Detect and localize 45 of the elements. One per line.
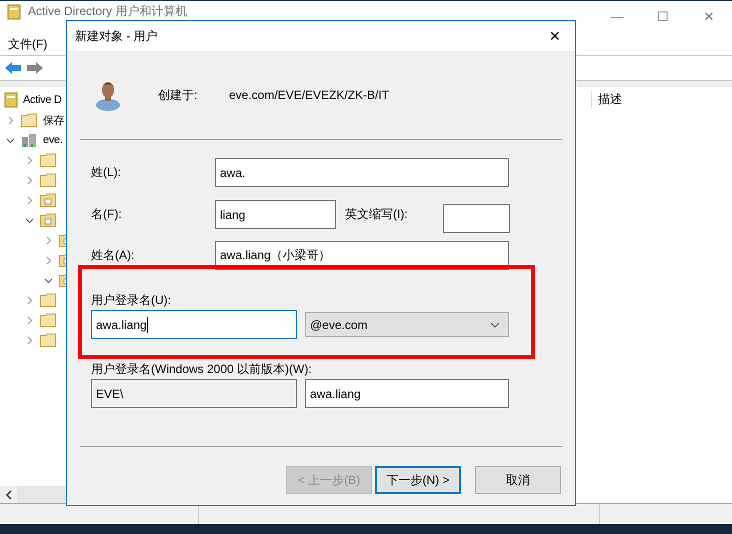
close-button[interactable]: ✕	[535, 21, 575, 51]
tree-item[interactable]: 保存	[43, 112, 64, 128]
domain-dropdown[interactable]: @eve.com	[305, 312, 509, 337]
expand-chevron-icon[interactable]	[25, 316, 34, 324]
buildings-icon	[21, 132, 37, 148]
tree-item[interactable]: eve.	[43, 134, 63, 146]
column-header[interactable]: 描述	[591, 90, 622, 108]
expand-chevron-icon[interactable]	[6, 116, 15, 124]
book-icon	[3, 92, 19, 108]
minimize-button[interactable]: —	[594, 1, 640, 31]
maximize-button[interactable]: ☐	[640, 1, 686, 31]
expand-chevron-icon[interactable]	[25, 336, 34, 344]
collapse-chevron-icon[interactable]	[25, 216, 34, 224]
field-label: 姓(L):	[91, 164, 122, 181]
last-name-field[interactable]: awa.	[215, 158, 509, 187]
expand-chevron-icon[interactable]	[25, 296, 34, 304]
collapse-chevron-icon[interactable]	[44, 276, 53, 284]
dialog-title: 新建对象 - 用户	[75, 28, 158, 44]
expand-chevron-icon[interactable]	[44, 236, 53, 244]
field-label: 名(F):	[91, 206, 123, 223]
tree-item[interactable]: Active D	[23, 94, 62, 106]
expand-chevron-icon[interactable]	[25, 196, 34, 204]
back-arrow-icon[interactable]	[4, 61, 22, 75]
cancel-button[interactable]: 取消	[475, 466, 561, 494]
field-label: 创建于:	[158, 86, 198, 104]
expand-chevron-icon[interactable]	[25, 176, 34, 184]
forward-arrow-icon[interactable]	[26, 61, 44, 75]
initials-field[interactable]	[443, 204, 510, 233]
window-title: Active Directory 用户和计算机	[28, 4, 188, 19]
menu-item[interactable]: 文件(F)	[8, 36, 48, 52]
field-label: 用户登录名(U):	[91, 292, 172, 309]
expand-chevron-icon[interactable]	[25, 156, 34, 164]
logon-name-field[interactable]: awa.liang	[91, 310, 297, 339]
container-path: eve.com/EVE/EVEZK/ZK-B/IT	[229, 88, 390, 102]
field-label: 英文缩写(I):	[345, 206, 409, 223]
collapse-chevron-icon[interactable]	[6, 136, 15, 144]
domain-prefix-field[interactable]: EVE\	[91, 379, 297, 408]
field-label: 姓名(A):	[91, 247, 136, 264]
close-button[interactable]: ✕	[686, 1, 732, 31]
next-button[interactable]: 下一步(N) >	[375, 466, 461, 494]
first-name-field[interactable]: liang	[215, 200, 336, 229]
field-label: 用户登录名(Windows 2000 以前版本)(W):	[91, 361, 313, 378]
legacy-logon-name-field[interactable]: awa.liang	[305, 379, 509, 408]
expand-chevron-icon[interactable]	[44, 256, 53, 264]
scroll-left-icon[interactable]	[0, 486, 17, 503]
